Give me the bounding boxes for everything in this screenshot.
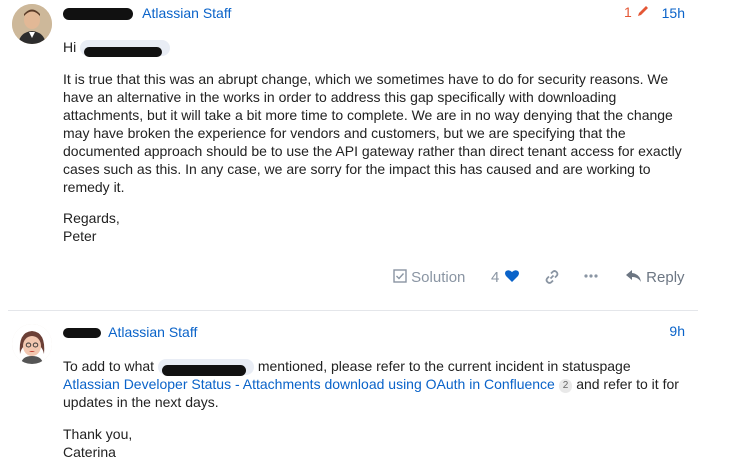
mention-redacted[interactable] bbox=[80, 40, 171, 58]
post-body: Hi It is true that this was an abrupt ch… bbox=[63, 38, 693, 245]
checkbox-icon bbox=[393, 269, 407, 283]
redacted-username[interactable] bbox=[63, 8, 133, 21]
user-role: Atlassian Staff bbox=[108, 324, 198, 340]
signature: Caterina bbox=[63, 444, 116, 461]
body-paragraph: It is true that this was an abrupt chang… bbox=[63, 71, 682, 196]
greeting-line: Hi bbox=[63, 38, 693, 58]
status-page-link[interactable]: Atlassian Developer Status - Attachments… bbox=[63, 376, 555, 392]
post-time[interactable]: 15h bbox=[662, 5, 685, 21]
share-link-button[interactable] bbox=[544, 269, 560, 289]
post-actions: Solution 4 Reply bbox=[0, 266, 733, 292]
signoff: Regards, bbox=[63, 210, 120, 227]
post-time[interactable]: 9h bbox=[669, 323, 685, 339]
post-body-2: To add to what mentioned, please refer t… bbox=[63, 357, 683, 461]
avatar-cartoon-icon bbox=[12, 324, 52, 364]
link-click-count: 2 bbox=[558, 378, 573, 393]
edit-count: 1 bbox=[624, 4, 632, 20]
redacted-username[interactable] bbox=[63, 328, 101, 339]
signoff: Thank you, bbox=[63, 426, 133, 443]
pencil-icon bbox=[637, 6, 648, 16]
redacted-mention-text bbox=[84, 47, 163, 58]
post-meta-2: Atlassian Staff bbox=[63, 322, 197, 342]
edit-history[interactable]: 1 bbox=[624, 4, 650, 20]
signature: Peter bbox=[63, 228, 97, 245]
link-icon bbox=[545, 270, 559, 284]
post-peter: Atlassian Staff 1 15h Hi It is true that… bbox=[0, 0, 733, 311]
reply-button[interactable]: Reply bbox=[626, 269, 685, 286]
text-mid: mentioned, please refer to the current i… bbox=[257, 358, 631, 374]
avatar[interactable] bbox=[12, 4, 52, 44]
avatar[interactable] bbox=[12, 324, 52, 364]
greeting: Hi bbox=[63, 39, 77, 55]
body-paragraph: To add to what mentioned, please refer t… bbox=[63, 357, 683, 411]
solution-label: Solution bbox=[411, 269, 466, 286]
redacted-mention-text bbox=[161, 365, 246, 377]
ellipsis-icon bbox=[584, 274, 598, 278]
post-meta: Atlassian Staff bbox=[63, 3, 231, 23]
reply-arrow-icon bbox=[626, 270, 641, 282]
like-count: 4 bbox=[491, 269, 500, 286]
user-role: Atlassian Staff bbox=[142, 5, 232, 21]
text-before-mention: To add to what bbox=[63, 358, 155, 374]
heart-icon bbox=[504, 270, 519, 282]
avatar-photo-icon bbox=[12, 4, 52, 44]
mention-redacted[interactable] bbox=[157, 359, 254, 377]
reply-label: Reply bbox=[646, 269, 685, 286]
solution-button[interactable]: Solution bbox=[393, 269, 465, 286]
more-options-button[interactable] bbox=[582, 266, 600, 288]
like-button[interactable]: 4 bbox=[491, 269, 520, 286]
